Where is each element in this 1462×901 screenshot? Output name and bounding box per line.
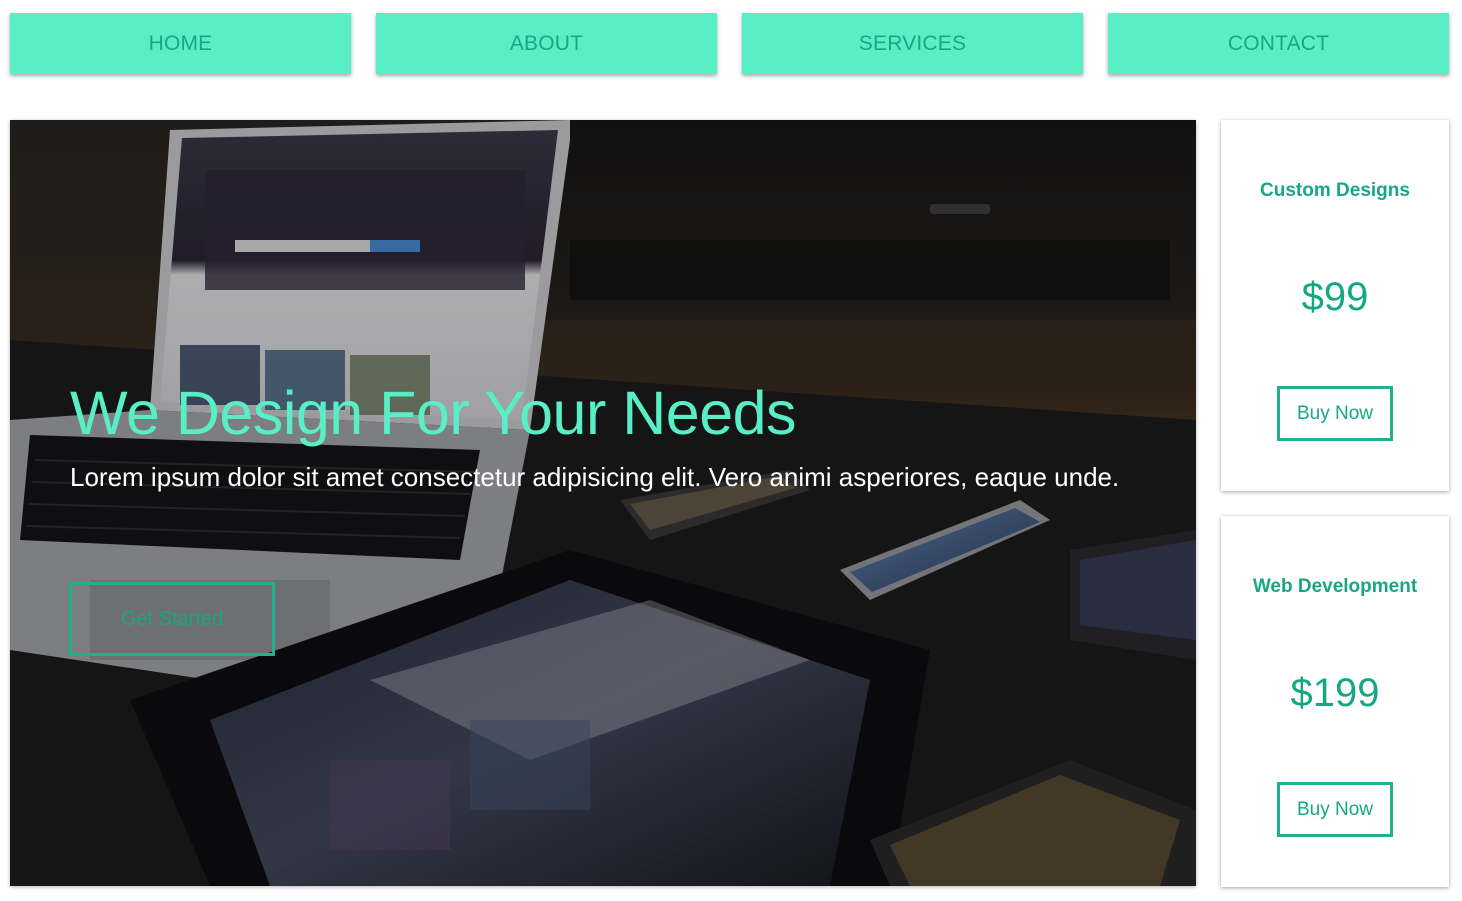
get-started-button[interactable]: Get Started bbox=[69, 582, 275, 656]
hero-background-image bbox=[10, 120, 1196, 886]
nav-home-button[interactable]: HOME bbox=[10, 13, 351, 74]
main-nav: HOME ABOUT SERVICES CONTACT bbox=[10, 13, 1449, 74]
nav-about-button[interactable]: ABOUT bbox=[376, 13, 717, 74]
card-title: Custom Designs bbox=[1260, 180, 1410, 201]
nav-services-button[interactable]: SERVICES bbox=[742, 13, 1083, 74]
hero-description: Lorem ipsum dolor sit amet consectetur a… bbox=[70, 462, 1120, 492]
hero-title: We Design For Your Needs bbox=[70, 379, 797, 447]
card-price: $99 bbox=[1301, 275, 1369, 319]
nav-contact-button[interactable]: CONTACT bbox=[1108, 13, 1449, 74]
hero-section: We Design For Your Needs Lorem ipsum dol… bbox=[10, 120, 1196, 886]
pricing-card-web-development: Web Development $199 Buy Now bbox=[1221, 516, 1449, 887]
buy-now-button[interactable]: Buy Now bbox=[1277, 386, 1393, 441]
card-price: $199 bbox=[1290, 671, 1380, 715]
card-title: Web Development bbox=[1252, 576, 1418, 597]
buy-now-button[interactable]: Buy Now bbox=[1277, 782, 1393, 837]
pricing-card-custom-designs: Custom Designs $99 Buy Now bbox=[1221, 120, 1449, 491]
